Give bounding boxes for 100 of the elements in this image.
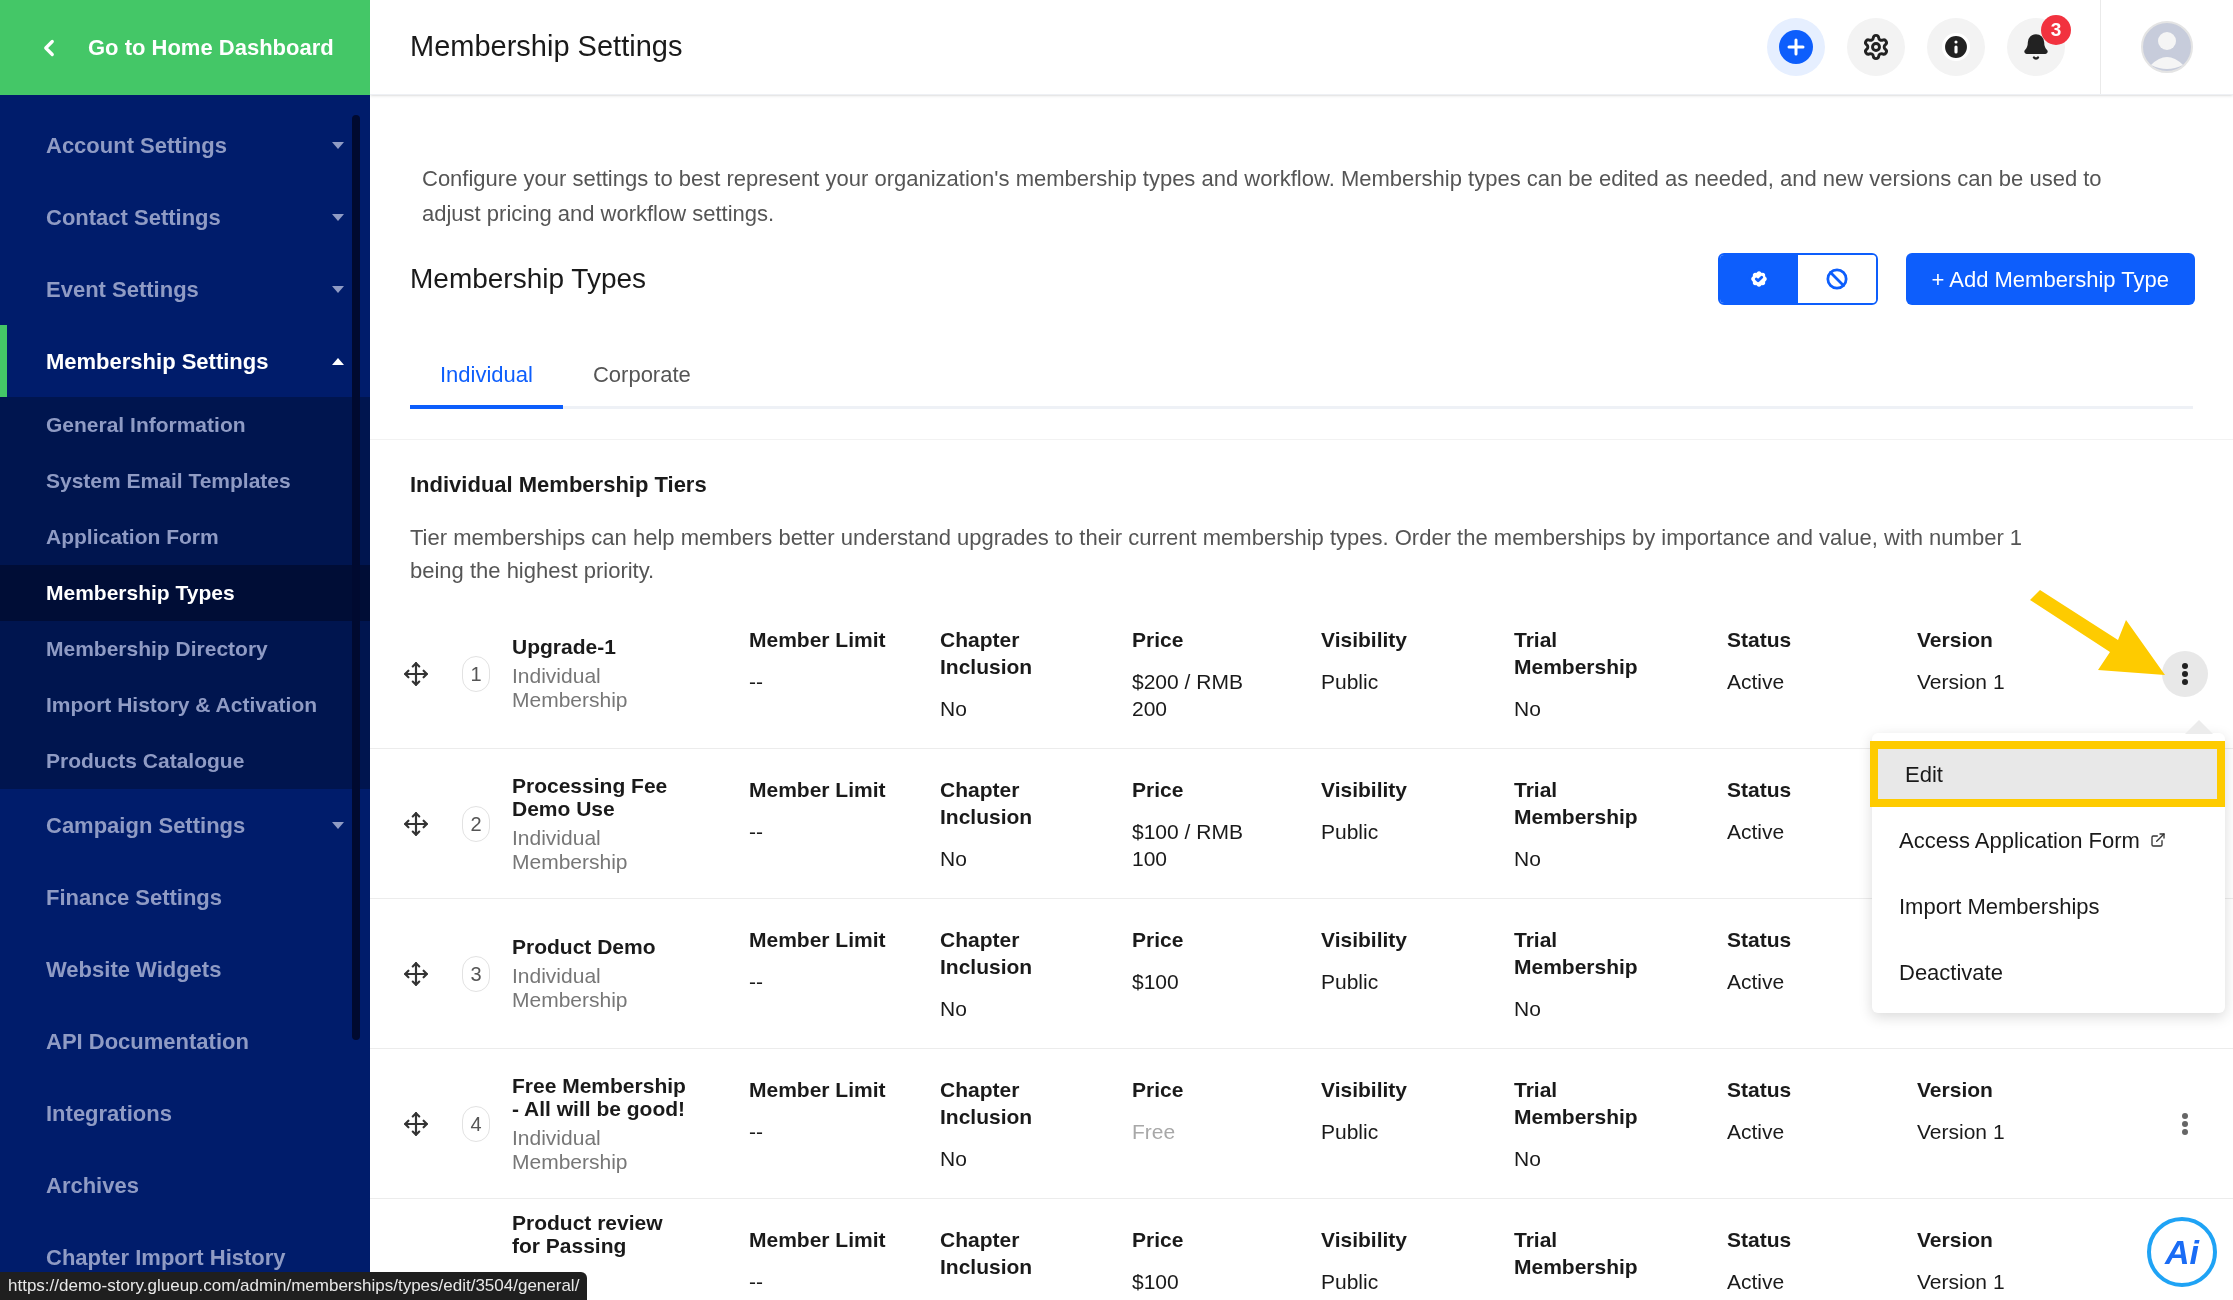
- cell-value: --: [749, 969, 764, 995]
- drag-handle-icon[interactable]: [403, 810, 429, 837]
- menu-item[interactable]: Import Memberships: [1872, 873, 2225, 939]
- cell-value: $100: [1132, 969, 1180, 995]
- drag-handle-icon[interactable]: [403, 660, 429, 687]
- cell-value: No: [1514, 846, 1542, 872]
- page-title: Membership Settings: [410, 29, 683, 65]
- sidebar-item[interactable]: Campaign Settings: [0, 789, 370, 861]
- tier-name: Product Demo: [512, 935, 657, 958]
- column-label: Price: [1132, 627, 1185, 653]
- menu-item[interactable]: Deactivate: [1872, 939, 2225, 1005]
- cell-value: Active: [1727, 669, 1786, 695]
- cell-value: $100 / RMB 100: [1132, 819, 1244, 872]
- menu-item[interactable]: Edit: [1870, 741, 2225, 807]
- column-label: Trial Membership: [1514, 1227, 1639, 1280]
- column-label: Trial Membership: [1514, 927, 1639, 980]
- bell-icon: [2022, 33, 2050, 61]
- tier-name: Free Membership - All will be good!: [512, 1073, 687, 1120]
- cell-value: --: [749, 669, 764, 695]
- column-label: Chapter Inclusion: [940, 777, 1034, 830]
- sidebar-item[interactable]: Event Settings: [0, 253, 370, 325]
- menu-item[interactable]: Access Application Form: [1872, 807, 2225, 873]
- sidebar-item[interactable]: Website Widgets: [0, 933, 370, 1005]
- sidebar-subitem[interactable]: Products Catalogue: [0, 733, 370, 789]
- more-icon: [2181, 1111, 2189, 1136]
- ban-icon: [1825, 268, 1848, 290]
- column-label: Trial Membership: [1514, 1077, 1639, 1130]
- cell-value: No: [1514, 696, 1542, 722]
- cell-value: No: [1514, 996, 1542, 1022]
- sidebar-item[interactable]: Archives: [0, 1149, 370, 1221]
- cell-value: Active: [1727, 1119, 1786, 1145]
- column-label: Chapter Inclusion: [940, 927, 1034, 980]
- sidebar-subitem[interactable]: General Information: [0, 397, 370, 453]
- cell-value: Public: [1321, 969, 1380, 995]
- column-label: Chapter Inclusion: [940, 1077, 1034, 1130]
- cell-value: --: [749, 819, 764, 845]
- cell-value: No: [940, 846, 968, 872]
- tier-type: Individual Membership: [512, 964, 629, 1012]
- sidebar-subitem[interactable]: System Email Templates: [0, 453, 370, 509]
- sidebar-item[interactable]: API Documentation: [0, 1005, 370, 1077]
- cell-value: No: [1514, 1146, 1542, 1172]
- column-label: Status: [1727, 1227, 1793, 1253]
- tier-type: Individual Membership: [512, 825, 629, 874]
- sidebar-item[interactable]: Finance Settings: [0, 861, 370, 933]
- tab[interactable]: Corporate: [562, 343, 721, 409]
- column-label: Member Limit: [749, 777, 887, 803]
- cell-value: No: [940, 996, 968, 1022]
- tier-name: Upgrade-1: [512, 635, 617, 658]
- drag-handle-icon[interactable]: [403, 1110, 429, 1137]
- tier-type: Individual Membership: [512, 664, 629, 712]
- cell-value: --: [749, 1119, 764, 1145]
- cell-value: Public: [1321, 669, 1380, 695]
- drag-handle-icon[interactable]: [403, 960, 429, 987]
- sidebar-subitem[interactable]: Import History & Activation: [0, 677, 370, 733]
- column-label: Member Limit: [749, 627, 887, 653]
- column-label: Member Limit: [749, 1227, 887, 1253]
- active-filter-button[interactable]: [1719, 255, 1798, 303]
- tab[interactable]: Individual: [410, 343, 563, 409]
- column-label: Version: [1917, 627, 1994, 653]
- sidebar-subitem[interactable]: Membership Types: [0, 565, 370, 621]
- column-label: Member Limit: [749, 1077, 887, 1103]
- notification-badge: 3: [2041, 15, 2071, 45]
- cell-value: Version 1: [1917, 1119, 2006, 1145]
- more-options-button[interactable]: [2162, 650, 2208, 697]
- cell-value: $100: [1132, 1269, 1180, 1295]
- assistant-button[interactable]: Ai: [2147, 1217, 2217, 1287]
- sidebar-item[interactable]: Account Settings: [0, 109, 370, 181]
- scrollbar[interactable]: [352, 115, 360, 1040]
- page-description: Configure your settings to best represent your organization's membership types and workflow. Membership types can be edited as needed, and new versions can be used to adjust pricing and workflow settings.: [422, 165, 2103, 228]
- column-label: Status: [1727, 1077, 1793, 1103]
- plus-icon: [1779, 30, 1813, 64]
- column-label: Visibility: [1321, 1227, 1408, 1253]
- column-label: Visibility: [1321, 777, 1408, 803]
- cell-value: --: [749, 1269, 764, 1295]
- more-icon: [2181, 661, 2189, 686]
- cell-value: No: [940, 696, 968, 722]
- active-indicator: [0, 325, 7, 397]
- sidebar-subitem[interactable]: Application Form: [0, 509, 370, 565]
- cell-value: Version 1: [1917, 669, 2006, 695]
- tier-name: Product review for Passing: [512, 1211, 664, 1257]
- sidebar-item[interactable]: Membership Settings: [0, 325, 370, 397]
- cell-value: Active: [1727, 819, 1786, 845]
- cell-value: Free: [1132, 1119, 1177, 1145]
- column-label: Chapter Inclusion: [940, 627, 1034, 680]
- column-label: Status: [1727, 927, 1793, 953]
- cell-value: Public: [1321, 1119, 1380, 1145]
- sidebar-subitem[interactable]: Membership Directory: [0, 621, 370, 677]
- add-membership-type-button[interactable]: + Add Membership Type: [1905, 253, 2195, 305]
- info-icon: [1941, 32, 1971, 62]
- column-label: Price: [1132, 777, 1185, 803]
- sidebar-item[interactable]: Integrations: [0, 1077, 370, 1149]
- cell-value: Version 1: [1917, 1269, 2006, 1295]
- column-label: Status: [1727, 777, 1793, 803]
- sidebar-item[interactable]: Contact Settings: [0, 181, 370, 253]
- column-label: Price: [1132, 1227, 1185, 1253]
- column-label: Price: [1132, 1077, 1185, 1103]
- column-label: Trial Membership: [1514, 777, 1639, 830]
- column-label: Status: [1727, 627, 1793, 653]
- column-label: Version: [1917, 1077, 1994, 1103]
- settings-icon: [1862, 33, 1890, 61]
